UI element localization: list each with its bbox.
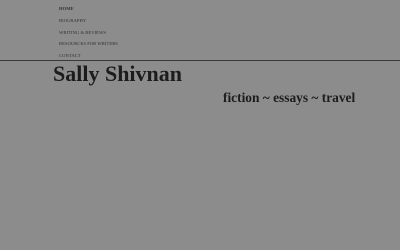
nav-item-biography[interactable]: BIOGRAPHY <box>59 15 118 27</box>
main-nav: HOME BIOGRAPHY WRITING & REVIEWS RESOURC… <box>59 3 118 62</box>
site-tagline: fiction ~ essays ~ travel <box>223 90 356 105</box>
site-title[interactable]: Sally Shivnan <box>53 61 182 87</box>
nav-item-writing-reviews[interactable]: WRITING & REVIEWS <box>59 27 118 39</box>
nav-item-home[interactable]: HOME <box>59 3 118 15</box>
nav-item-resources-for-writers[interactable]: RESOURCES FOR WRITERS <box>59 38 118 50</box>
